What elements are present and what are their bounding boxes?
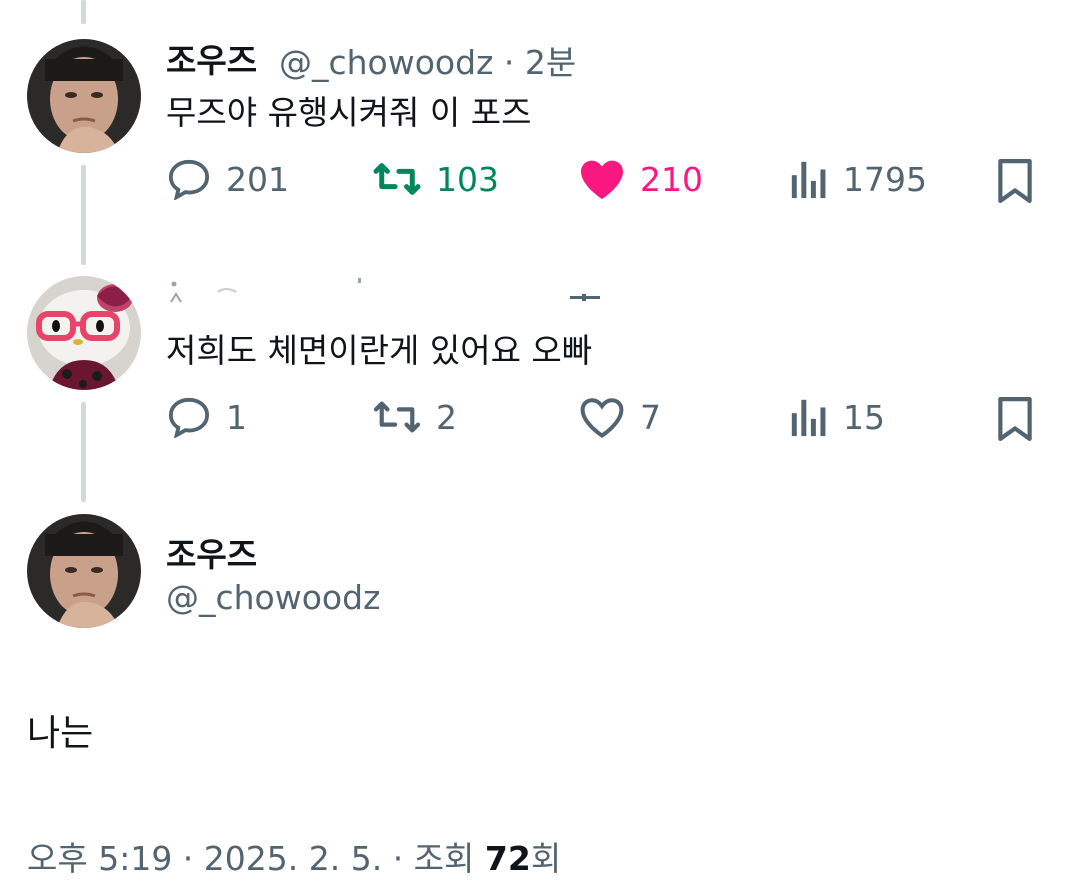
retweet-arrows-icon [373, 163, 421, 195]
bookmark-icon [998, 159, 1032, 203]
bookmark-button[interactable] [996, 158, 1034, 208]
author-name[interactable]: 조우즈 [166, 34, 257, 82]
author-handle[interactable]: @_chowoodz [166, 578, 380, 617]
retweet-count: 2 [436, 397, 457, 437]
reply-button[interactable]: 1 [166, 396, 247, 438]
author-name[interactable]: 조우즈 [166, 528, 257, 576]
main-tweet-text: 나는 [27, 713, 94, 754]
heart-icon [581, 160, 623, 199]
view-count: 72 [484, 839, 531, 878]
retweet-button[interactable]: 103 [372, 158, 499, 200]
bookmark-button[interactable] [996, 396, 1034, 446]
thread-line-top [81, 0, 86, 24]
bar-chart-icon [791, 161, 826, 199]
views-count: 15 [843, 397, 885, 437]
views-button[interactable]: 15 [789, 396, 885, 438]
speech-bubble-icon [168, 159, 210, 200]
like-count: 7 [640, 397, 661, 437]
retweet-count: 103 [436, 159, 499, 199]
thread-line-2 [81, 402, 86, 502]
tweet-text: 저희도 체면이란게 있어요 오빠 [166, 331, 593, 370]
timestamp-date[interactable]: 오후 5:19 · 2025. 2. 5. · 조회 [27, 839, 485, 878]
redacted-author-name [166, 272, 606, 306]
like-button[interactable]: 210 [578, 158, 703, 200]
like-button[interactable]: 7 [578, 396, 661, 438]
retweet-button[interactable]: 2 [372, 396, 457, 438]
avatar[interactable] [27, 39, 141, 153]
thread-line-1 [81, 165, 86, 265]
avatar[interactable] [27, 514, 141, 628]
bookmark-icon [998, 397, 1032, 441]
view-count-suffix: 회 [530, 839, 562, 878]
bar-chart-icon [791, 399, 826, 437]
tweet-text: 무즈야 유행시켜줘 이 포즈 [166, 93, 532, 132]
author-handle-time[interactable]: @_chowoodz · 2분 [279, 36, 576, 84]
reply-count: 201 [226, 159, 289, 199]
views-count: 1795 [843, 159, 927, 199]
views-button[interactable]: 1795 [789, 158, 927, 200]
heart-icon [580, 398, 624, 438]
retweet-arrows-icon [373, 401, 421, 433]
like-count: 210 [640, 159, 703, 199]
avatar[interactable] [27, 276, 141, 390]
speech-bubble-icon [168, 397, 210, 438]
tweet-meta: 오후 5:19 · 2025. 2. 5. · 조회 72회 [27, 832, 561, 880]
reply-count: 1 [226, 397, 247, 437]
reply-button[interactable]: 201 [166, 158, 289, 200]
